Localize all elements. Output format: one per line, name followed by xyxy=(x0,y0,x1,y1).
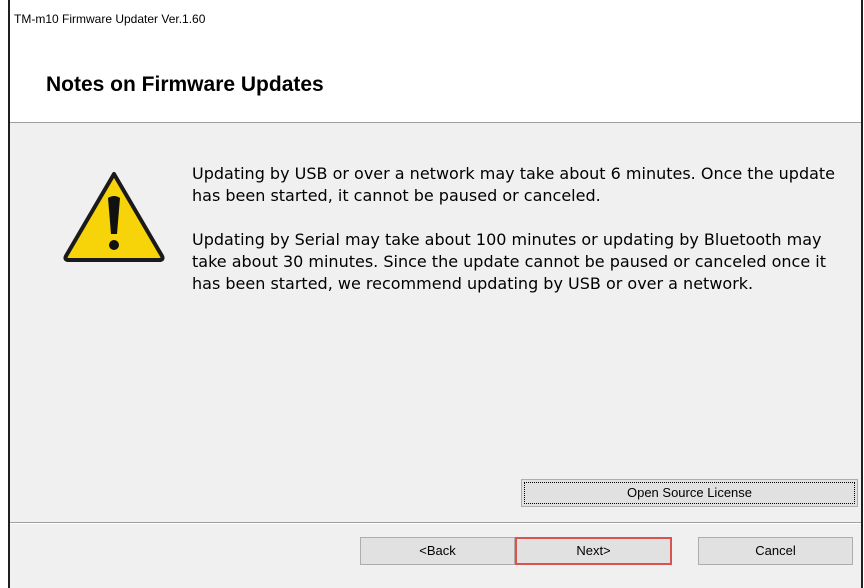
back-button[interactable]: <Back xyxy=(360,537,515,565)
firmware-updater-window: TM-m10 Firmware Updater Ver.1.60 Notes o… xyxy=(8,0,863,588)
warning-icon xyxy=(63,172,165,262)
cancel-button[interactable]: Cancel xyxy=(698,537,853,565)
open-source-license-label: Open Source License xyxy=(626,485,753,500)
cancel-button-label: Cancel xyxy=(755,543,796,558)
window-title: TM-m10 Firmware Updater Ver.1.60 xyxy=(14,12,206,26)
notes-paragraph-serial: Updating by Serial may take about 100 mi… xyxy=(192,230,826,293)
open-source-license-button[interactable]: Open Source License xyxy=(521,479,858,507)
notes-message: Updating by USB or over a network may ta… xyxy=(192,163,857,317)
page-title: Notes on Firmware Updates xyxy=(46,73,324,96)
back-button-label: <Back xyxy=(419,543,456,558)
next-button-label: Next> xyxy=(576,543,611,558)
footer-divider xyxy=(10,522,861,524)
page-header: Notes on Firmware Updates xyxy=(10,38,861,123)
next-button[interactable]: Next> xyxy=(515,537,672,565)
notes-paragraph-usb: Updating by USB or over a network may ta… xyxy=(192,164,836,205)
title-bar[interactable]: TM-m10 Firmware Updater Ver.1.60 xyxy=(10,0,861,38)
